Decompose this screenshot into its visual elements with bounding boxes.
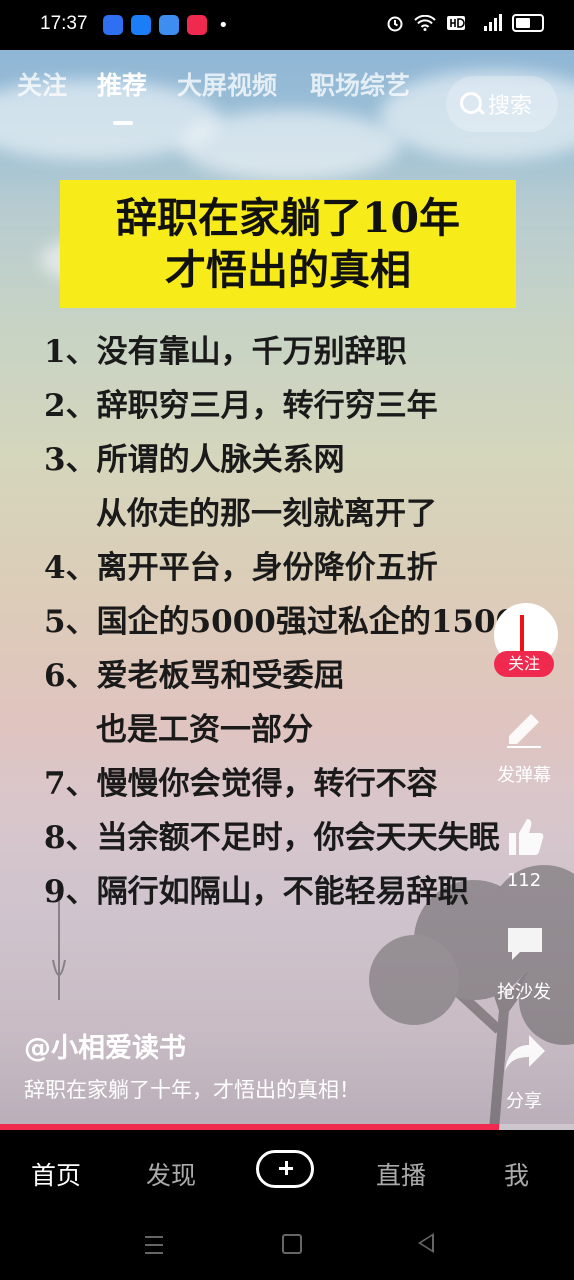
search-label: 搜索 [488, 94, 533, 119]
weather-icon [159, 15, 179, 35]
nav-live[interactable]: 直播 [376, 1156, 426, 1192]
danmaku-icon[interactable] [503, 706, 545, 748]
hd-icon [447, 16, 465, 30]
tab-recommended[interactable]: 推荐 [97, 66, 147, 102]
system-nav-bar [0, 1214, 574, 1280]
share-arrow-icon[interactable] [503, 1033, 547, 1073]
like-thumb-icon[interactable] [505, 815, 545, 857]
create-post-button[interactable] [256, 1150, 314, 1188]
video-icon [187, 15, 207, 35]
author-name[interactable]: @小相爱读书 [24, 1026, 186, 1065]
list-item: 7、慢慢你会觉得，转行不容 [44, 766, 438, 802]
video-title-line-2: 才悟出的真相 [165, 246, 411, 294]
5g-signal-icon [484, 14, 502, 31]
list-item: 4、离开平台，身份降价五折 [44, 550, 438, 586]
list-item-continuation: 从你走的那一刻就离开了 [96, 496, 437, 532]
like-count: 112 [506, 870, 542, 891]
list-item: 6、爱老板骂和受委屈 [44, 658, 345, 694]
home-square-icon[interactable] [282, 1234, 302, 1254]
baidu-icon [103, 15, 123, 35]
tab-big-screen-video[interactable]: 大屏视频 [177, 66, 277, 102]
nav-me[interactable]: 我 [504, 1156, 529, 1192]
nav-discover[interactable]: 发现 [146, 1156, 196, 1192]
share-label: 分享 [506, 1091, 542, 1112]
top-tab-bar: 关注 推荐 大屏视频 职场综艺 搜索 [0, 66, 574, 132]
alarm-icon [387, 16, 403, 32]
follow-button[interactable]: 关注 [494, 651, 554, 677]
nav-home[interactable]: 首页 [31, 1156, 81, 1192]
video-title-line-1: 辞职在家躺了10年 [115, 194, 461, 242]
notification-dot: • [218, 15, 229, 36]
bottom-nav: 首页 发现 直播 我 [0, 1130, 574, 1214]
back-triangle-icon[interactable] [418, 1233, 434, 1253]
comment-label: 抢沙发 [497, 982, 551, 1003]
list-item: 1、没有靠山，千万别辞职 [44, 334, 407, 370]
tab-workplace-variety[interactable]: 职场综艺 [310, 66, 410, 102]
video-player[interactable]: 关注 推荐 大屏视频 职场综艺 搜索 辞职在家躺了10年 才悟出的真相 1、没有… [0, 50, 574, 1130]
search-button[interactable]: 搜索 [446, 76, 558, 132]
list-item: 8、当余额不足时，你会天天失眠 [44, 820, 500, 856]
video-title-banner: 辞职在家躺了10年 才悟出的真相 [60, 180, 516, 308]
video-caption: 辞职在家躺了十年，才悟出的真相！ [24, 1078, 360, 1102]
search-icon [460, 92, 482, 114]
list-item: 3、所谓的人脉关系网 [44, 442, 345, 478]
wifi-icon [414, 15, 436, 31]
status-bar: 17:37 • [0, 0, 574, 50]
alipay-icon [131, 15, 151, 35]
active-tab-indicator [113, 121, 133, 125]
avatar-logo-mark [520, 615, 524, 655]
list-item-continuation: 也是工资一部分 [96, 712, 313, 748]
comment-bubble-icon[interactable] [504, 924, 546, 964]
list-item: 5、国企的5000强过私企的15000 [44, 604, 539, 640]
recent-apps-icon[interactable] [145, 1236, 163, 1254]
status-time: 17:37 [40, 13, 88, 34]
danmaku-label: 发弹幕 [497, 765, 551, 786]
list-item: 9、隔行如隔山，不能轻易辞职 [44, 874, 469, 910]
battery-icon [512, 14, 544, 32]
list-item: 2、辞职穷三月，转行穷三年 [44, 388, 438, 424]
tab-following[interactable]: 关注 [17, 66, 67, 102]
fishing-rod-decoration [52, 900, 66, 1000]
